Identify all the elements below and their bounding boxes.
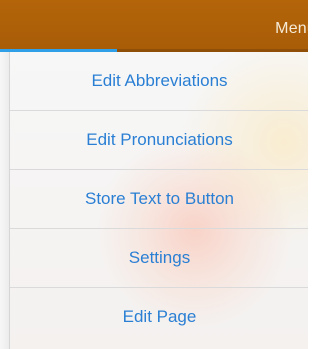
- menu-popover: Edit Abbreviations Edit Pronunciations S…: [9, 52, 308, 349]
- background-left-edge: [0, 52, 9, 349]
- menu-item-edit-pronunciations[interactable]: Edit Pronunciations: [10, 111, 308, 169]
- menu-item-store-text-to-button[interactable]: Store Text to Button: [10, 170, 308, 228]
- screen: Menu Edit Abbreviations Edit Pronunciati…: [0, 0, 308, 349]
- menu-item-edit-abbreviations[interactable]: Edit Abbreviations: [10, 52, 308, 110]
- menu-button[interactable]: Menu: [275, 20, 308, 38]
- menu-item-settings[interactable]: Settings: [10, 229, 308, 287]
- top-bar: Menu: [0, 0, 308, 52]
- menu-item-edit-page[interactable]: Edit Page: [10, 288, 308, 346]
